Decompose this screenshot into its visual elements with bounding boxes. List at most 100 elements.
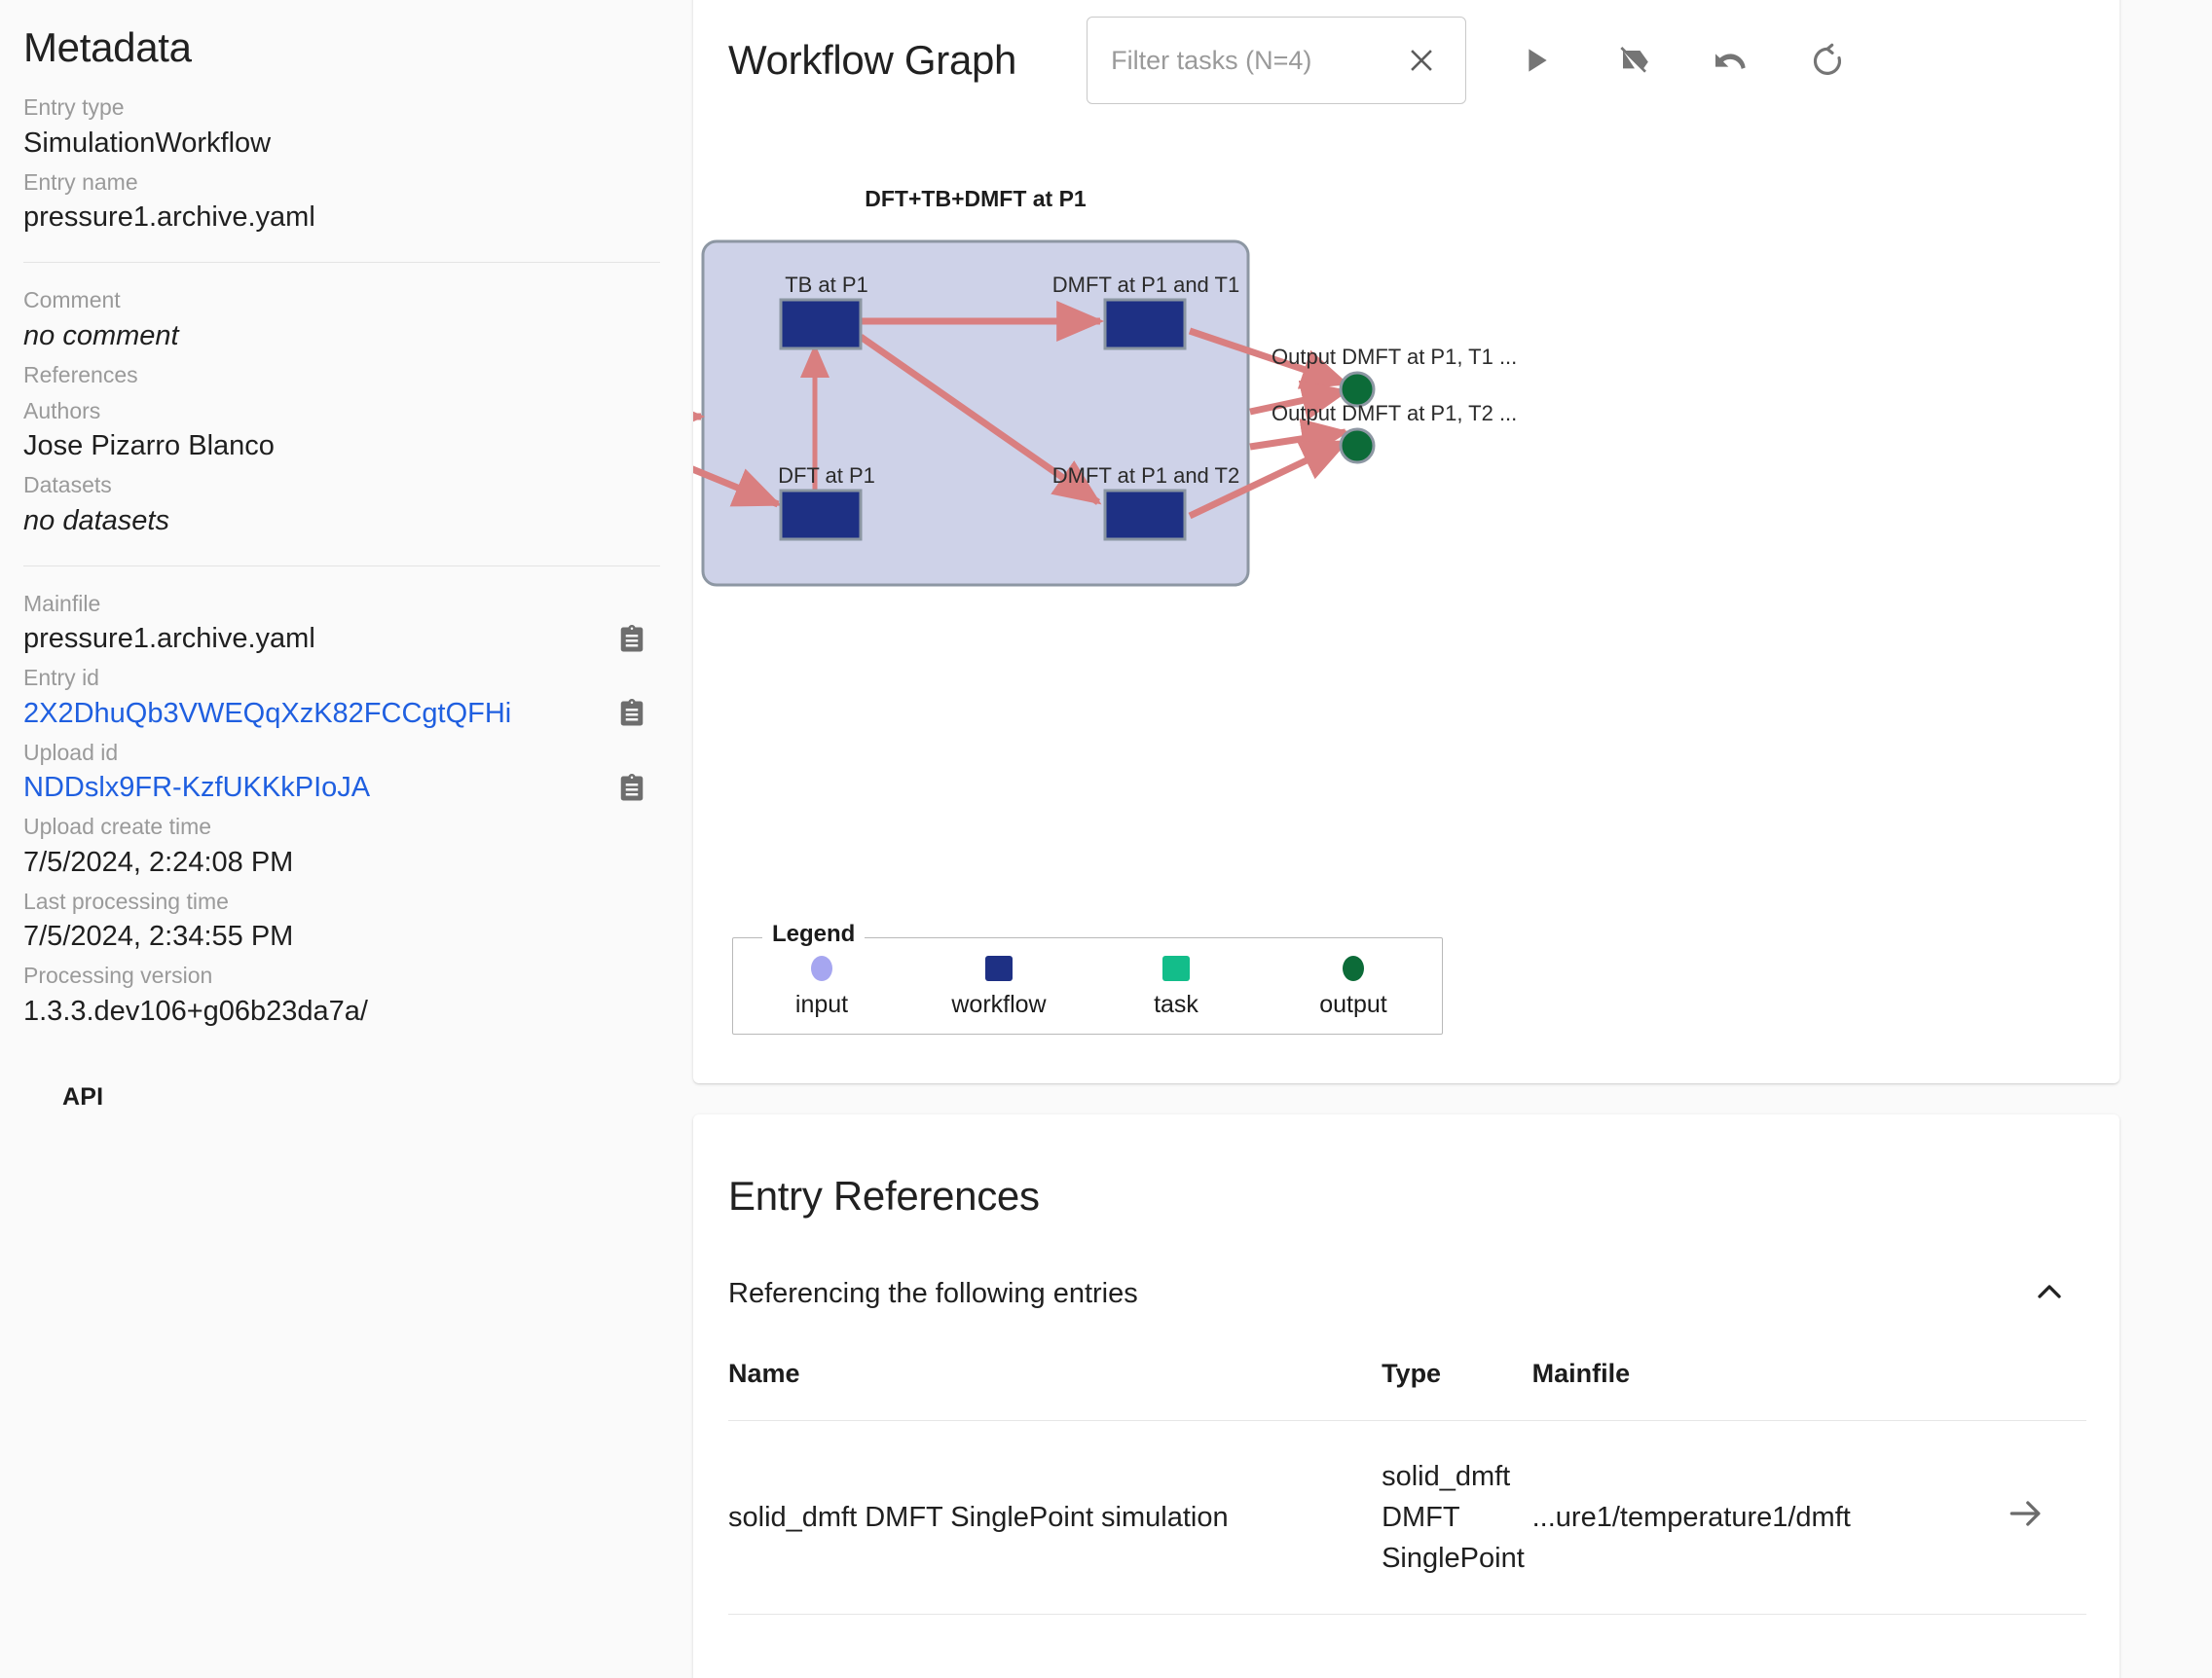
field-mainfile: Mainfile pressure1.archive.yaml	[23, 588, 660, 658]
node-dmft-at-p1-and-t2[interactable]	[1103, 489, 1187, 541]
node-label-dmft1: DMFT at P1 and T1	[1052, 273, 1239, 297]
field-value: 7/5/2024, 2:34:55 PM	[23, 921, 294, 953]
entry-references-title: Entry References	[728, 1173, 1040, 1219]
input-swatch-icon	[808, 953, 835, 989]
task-swatch-icon	[1161, 953, 1192, 989]
field-label: Processing version	[23, 963, 213, 989]
graph-legend: Legend input workflow task output	[732, 921, 1443, 1035]
node-label-output1: Output DMFT at P1, T1 ...	[1272, 345, 1517, 369]
field-value: SimulationWorkflow	[23, 127, 272, 159]
cell-action[interactable]	[1967, 1419, 2086, 1616]
field-processing-version: Processing version 1.3.3.dev106+g06b23da…	[23, 960, 660, 1030]
node-label-output2: Output DMFT at P1, T2 ...	[1272, 401, 1517, 425]
legend-label: output	[1319, 991, 1387, 1018]
field-entry-id: Entry id 2X2DhuQb3VWEQqXzK82FCCgtQFHi	[23, 662, 660, 732]
column-header-mainfile[interactable]: Mainfile	[1532, 1359, 1968, 1421]
field-value: pressure1.archive.yaml	[23, 623, 315, 655]
arrow-right-icon[interactable]	[2005, 1501, 2047, 1542]
field-upload-create-time: Upload create time 7/5/2024, 2:24:08 PM	[23, 811, 660, 881]
node-dmft-at-p1-and-t1[interactable]	[1103, 298, 1187, 350]
workflow-graph-card: Workflow Graph Filter tasks (N=4) DFT+TB…	[527, 0, 2120, 1083]
column-header-name[interactable]: Name	[728, 1359, 1382, 1421]
legend-item-workflow: workflow	[910, 953, 1088, 1019]
filter-tasks-placeholder[interactable]: Filter tasks (N=4)	[1111, 46, 1395, 76]
field-label: References	[23, 361, 138, 387]
clipboard-icon[interactable]	[617, 772, 646, 805]
field-label: Datasets	[23, 472, 112, 498]
metadata-sidebar: Metadata Entry type SimulationWorkflow E…	[0, 0, 693, 1678]
field-references: References	[23, 359, 660, 391]
field-datasets: Datasets no datasets	[23, 469, 660, 539]
field-label: Authors	[23, 397, 101, 423]
column-header-actions	[1968, 1359, 2086, 1421]
field-entry-type: Entry type SimulationWorkflow	[23, 91, 660, 162]
graph-title: Workflow Graph	[728, 37, 1017, 83]
field-label: Entry name	[23, 168, 138, 195]
workflow-graph-canvas[interactable]: DFT+TB+DMFT at P1 TB at P1 DMFT at P1 an…	[527, 115, 2120, 932]
field-label: Upload id	[23, 739, 119, 765]
legend-item-task: task	[1088, 953, 1265, 1019]
clipboard-icon[interactable]	[617, 623, 646, 656]
field-value: Jose Pizarro Blanco	[23, 430, 275, 462]
clipboard-icon[interactable]	[617, 697, 646, 730]
field-label: Mainfile	[23, 590, 101, 616]
workflow-graph-svg[interactable]: DFT+TB+DMFT at P1 TB at P1 DMFT at P1 an…	[527, 115, 2120, 932]
page-title: Metadata	[23, 24, 192, 70]
field-entry-name: Entry name pressure1.archive.yaml	[23, 166, 660, 237]
filter-tasks-field[interactable]: Filter tasks (N=4)	[1087, 17, 1467, 104]
column-header-type[interactable]: Type	[1382, 1359, 1532, 1421]
label-off-icon[interactable]	[1606, 34, 1659, 87]
field-comment: Comment no comment	[23, 284, 660, 354]
legend-label: workflow	[951, 991, 1047, 1018]
node-dft-at-p1[interactable]	[779, 489, 863, 541]
node-label-dmft2: DMFT at P1 and T2	[1052, 463, 1239, 488]
table-row[interactable]: solid_dmft DMFT SinglePoint simulation s…	[728, 1419, 2086, 1616]
field-value: 1.3.3.dev106+g06b23da7a/	[23, 995, 368, 1027]
api-button[interactable]: API	[62, 1083, 660, 1112]
legend-item-input: input	[733, 953, 910, 1019]
entry-id-link[interactable]: 2X2DhuQb3VWEQqXzK82FCCgtQFHi	[23, 695, 511, 733]
divider	[23, 262, 660, 264]
field-value: no datasets	[23, 504, 169, 536]
node-label-dft: DFT at P1	[778, 463, 875, 488]
field-last-processing-time: Last processing time 7/5/2024, 2:34:55 P…	[23, 886, 660, 956]
restart-icon[interactable]	[1801, 34, 1854, 87]
legend-label: task	[1154, 991, 1198, 1018]
legend-title: Legend	[762, 921, 866, 948]
graph-header: Workflow Graph Filter tasks (N=4)	[693, 0, 2120, 115]
field-label: Last processing time	[23, 888, 229, 914]
references-table: Name Type Mainfile solid_dmft DMFT Singl…	[728, 1359, 2086, 1616]
field-label: Entry type	[23, 94, 125, 121]
field-value: no comment	[23, 319, 179, 351]
node-tb-at-p1[interactable]	[779, 298, 863, 350]
cell-mainfile: ...ure1/temperature1/dmft	[1531, 1419, 1968, 1616]
field-label: Comment	[23, 287, 121, 313]
divider	[23, 565, 660, 566]
workflow-swatch-icon	[983, 953, 1014, 989]
field-label: Entry id	[23, 665, 99, 691]
play-icon[interactable]	[1509, 34, 1562, 87]
close-icon[interactable]	[1395, 34, 1448, 87]
field-upload-id: Upload id NDDslx9FR-KzfUKKkPIoJA	[23, 737, 660, 807]
chevron-up-icon[interactable]	[2030, 1272, 2069, 1316]
legend-label: input	[794, 991, 849, 1018]
references-accordion-label: Referencing the following entries	[728, 1278, 1138, 1309]
table-header-row: Name Type Mainfile	[728, 1359, 2086, 1421]
output-swatch-icon	[1340, 953, 1367, 989]
cell-name: solid_dmft DMFT SinglePoint simulation	[728, 1419, 1382, 1616]
entry-references-card: Entry References Referencing the followi…	[693, 1114, 2120, 1678]
field-label: Upload create time	[23, 814, 212, 840]
node-label-tb: TB at P1	[785, 273, 868, 297]
legend-item-output: output	[1265, 953, 1442, 1019]
undo-icon[interactable]	[1704, 34, 1756, 87]
edge-workflow-to-out2	[1249, 419, 1350, 459]
node-output-dmft-p1-t2[interactable]	[1339, 427, 1376, 464]
upload-id-link[interactable]: NDDslx9FR-KzfUKKkPIoJA	[23, 769, 370, 807]
workflow-container-label: DFT+TB+DMFT at P1	[865, 186, 1087, 211]
field-value: 7/5/2024, 2:24:08 PM	[23, 846, 294, 878]
field-value: pressure1.archive.yaml	[23, 201, 315, 234]
cell-type: solid_dmft DMFT SinglePoint	[1382, 1419, 1532, 1616]
graph-toolbar	[1509, 34, 1854, 87]
references-accordion-header[interactable]: Referencing the following entries	[693, 1220, 2120, 1316]
field-authors: Authors Jose Pizarro Blanco	[23, 395, 660, 465]
